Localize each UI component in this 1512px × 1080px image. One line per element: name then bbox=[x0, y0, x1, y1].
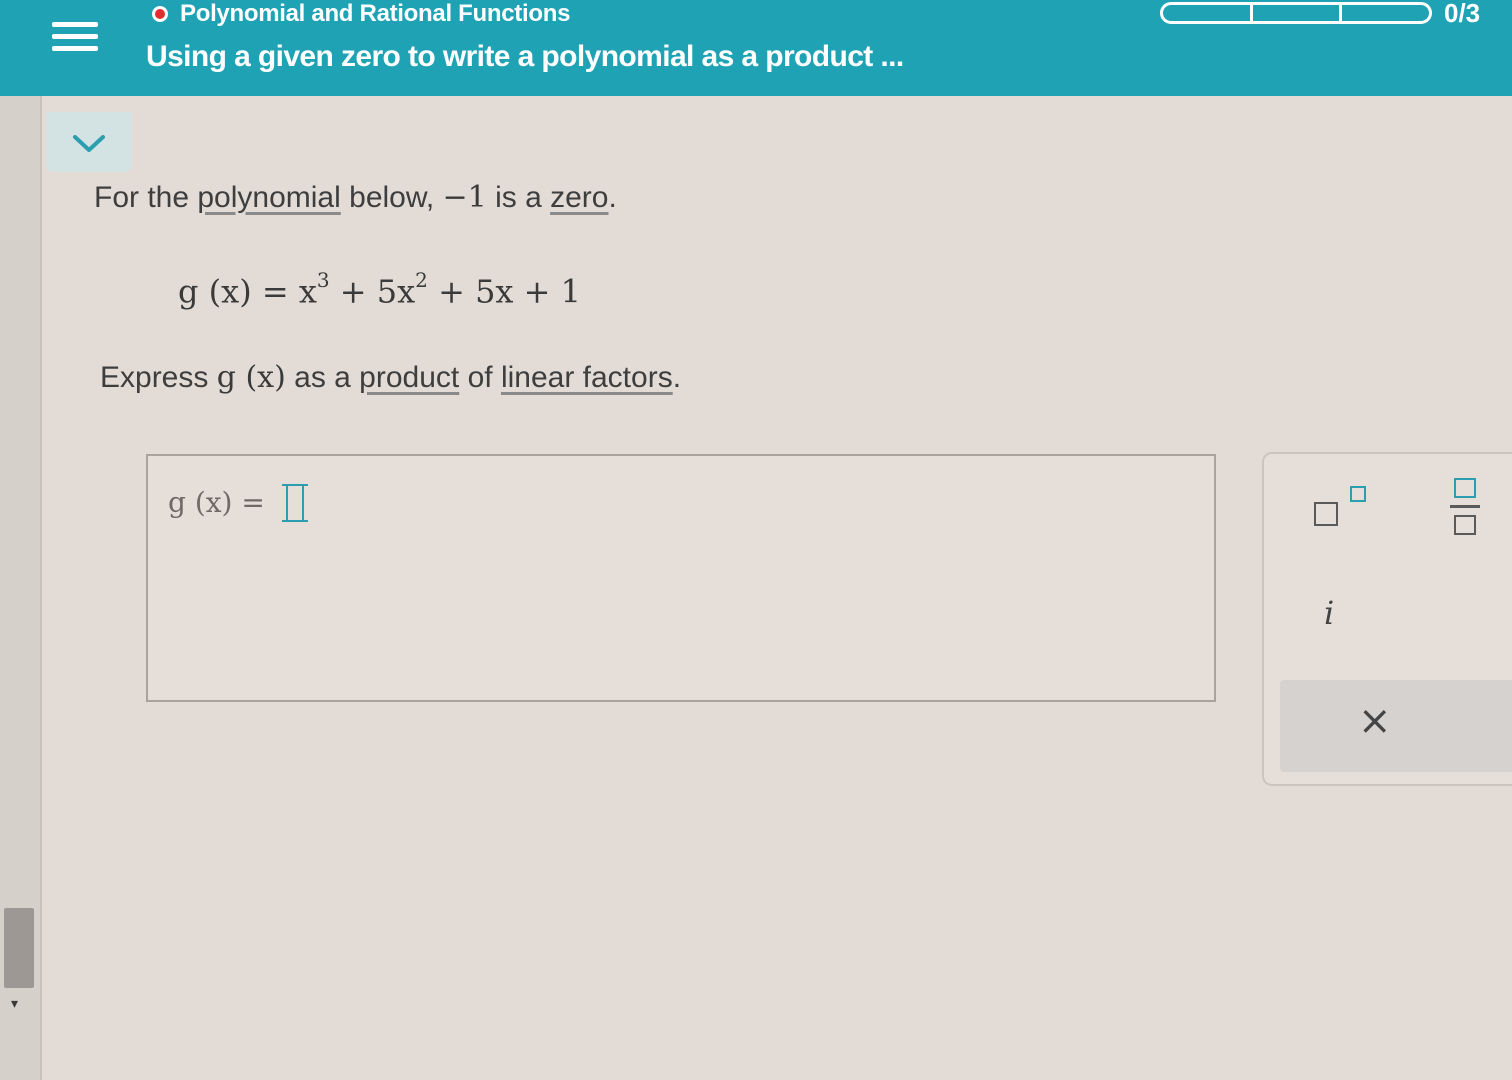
score-counter: 0/3 bbox=[1444, 0, 1481, 28]
intro-text: . bbox=[608, 181, 617, 214]
instruction-text: Express bbox=[100, 361, 217, 394]
exponent-3: 3 bbox=[316, 268, 330, 292]
chevron-down-icon bbox=[73, 135, 105, 152]
fraction-icon[interactable] bbox=[1450, 478, 1484, 538]
collapse-toggle[interactable] bbox=[46, 112, 132, 172]
progress-segment bbox=[1339, 2, 1433, 24]
intro-text: For the bbox=[94, 181, 198, 214]
progress-bar bbox=[1160, 2, 1433, 24]
equation-lhs: g (x) = x bbox=[178, 272, 317, 311]
answer-area[interactable]: g (x) = bbox=[146, 454, 1216, 702]
topic-title: Polynomial and Rational Functions bbox=[180, 0, 571, 27]
imaginary-unit-key[interactable]: i bbox=[1324, 594, 1334, 632]
zero-value: −1 bbox=[442, 180, 487, 215]
equation-term: + 5x + 1 bbox=[438, 272, 581, 311]
polynomial-link[interactable]: polynomial bbox=[197, 181, 340, 214]
question-intro: For the polynomial below, −1 is a zero. bbox=[94, 180, 617, 215]
instruction-text: . bbox=[672, 361, 682, 394]
topic-row: Polynomial and Rational Functions bbox=[152, 0, 570, 28]
clear-button[interactable]: × bbox=[1280, 680, 1512, 772]
question-instruction: Express g (x) as a product of linear fac… bbox=[100, 360, 681, 395]
status-dot-icon bbox=[152, 6, 168, 22]
linear-factors-link[interactable]: linear factors bbox=[501, 361, 673, 394]
exponent-icon[interactable] bbox=[1314, 482, 1374, 534]
instruction-text: of bbox=[459, 361, 501, 394]
intro-text: below, bbox=[340, 181, 443, 214]
scrollbar-thumb[interactable] bbox=[4, 908, 34, 988]
scroll-down-arrow-icon[interactable]: ▾ bbox=[11, 996, 18, 1012]
product-link[interactable]: product bbox=[359, 361, 459, 394]
close-icon: × bbox=[1358, 698, 1392, 744]
polynomial-equation: g (x) = x3 + 5x2 + 5x + 1 bbox=[178, 268, 581, 311]
menu-icon[interactable] bbox=[52, 22, 98, 62]
answer-input[interactable] bbox=[282, 484, 308, 522]
answer-label: g (x) = bbox=[168, 486, 265, 519]
progress-segment bbox=[1249, 2, 1343, 24]
zero-link[interactable]: zero bbox=[550, 181, 608, 214]
intro-text: is a bbox=[486, 181, 551, 214]
instruction-text: as a bbox=[285, 361, 360, 394]
header-bar: Polynomial and Rational Functions Using … bbox=[0, 0, 1512, 96]
equation-term: + 5x bbox=[339, 272, 416, 311]
lesson-title: Using a given zero to write a polynomial… bbox=[146, 40, 904, 73]
function-name: g (x) bbox=[216, 360, 286, 395]
left-scroll-strip: ▾ bbox=[0, 0, 42, 1080]
exponent-2: 2 bbox=[415, 268, 428, 292]
math-keypad: i × bbox=[1262, 452, 1512, 786]
progress-segment bbox=[1160, 2, 1253, 24]
